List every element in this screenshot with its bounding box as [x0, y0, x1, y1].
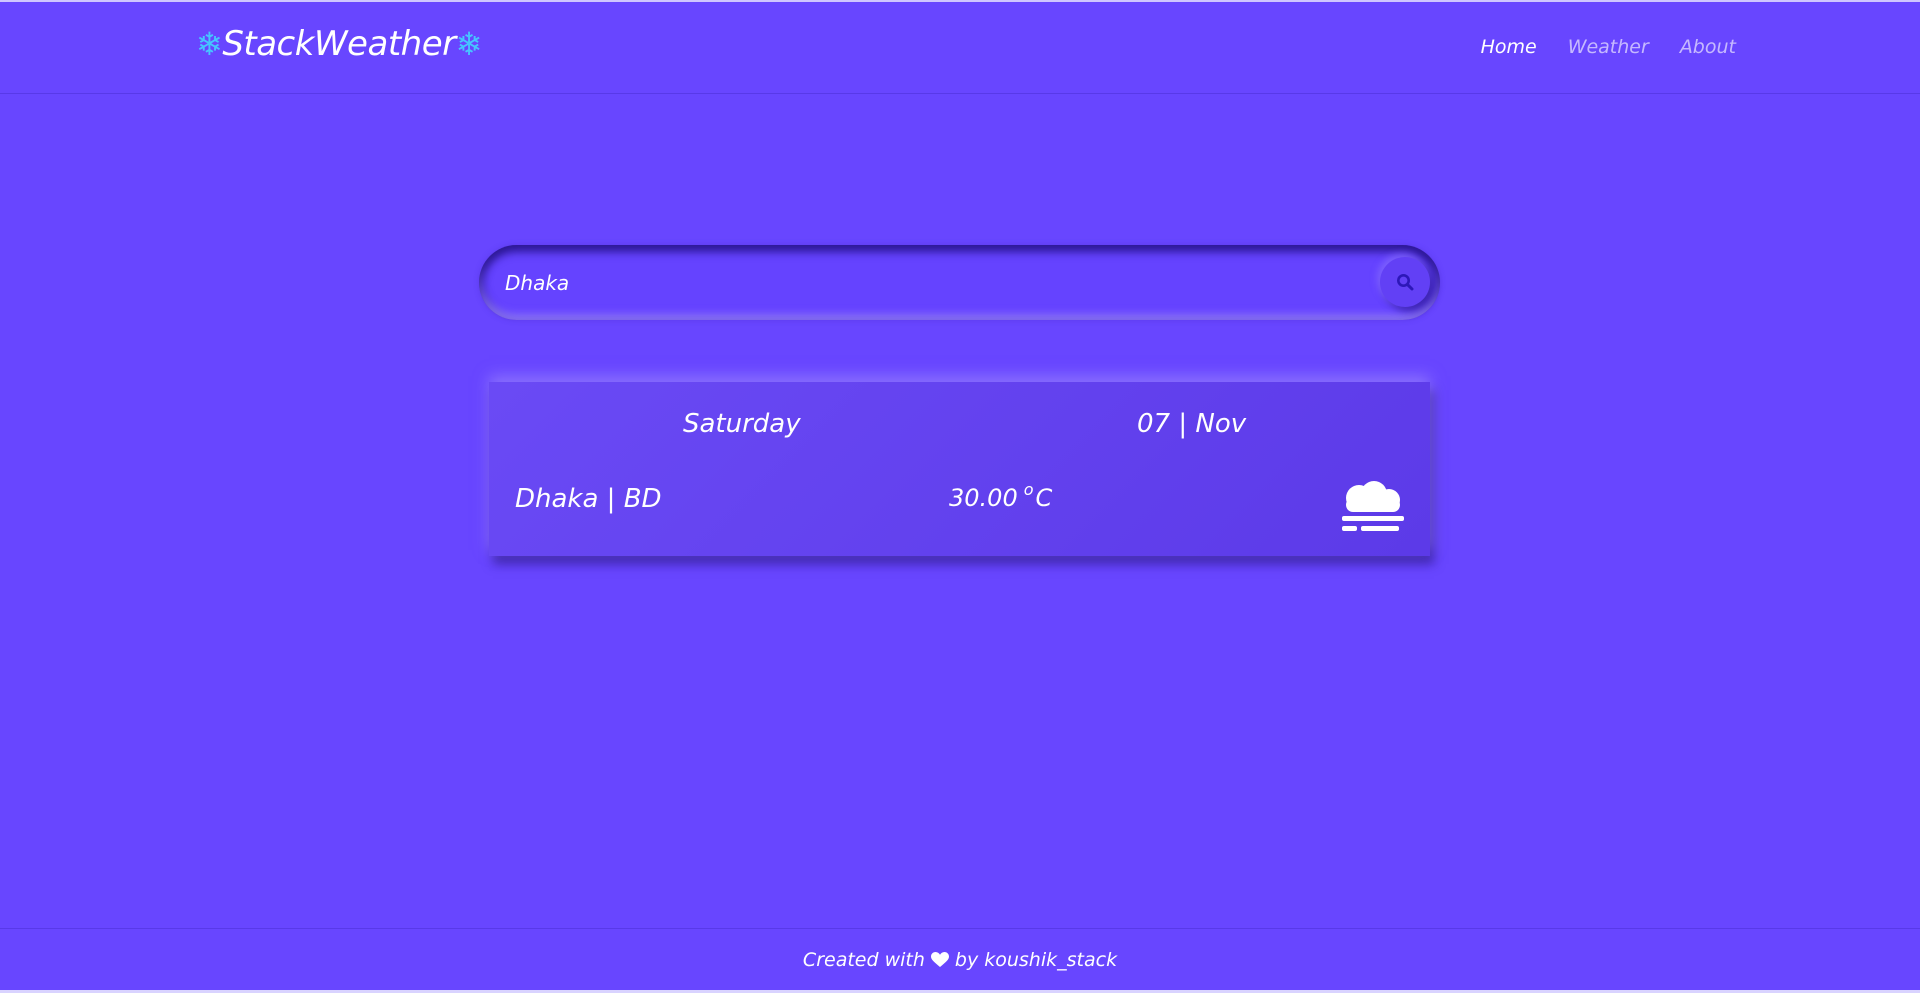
temperature-value: 30.00 [949, 484, 1018, 512]
weather-day: Saturday [683, 409, 801, 439]
heart-icon [930, 952, 949, 967]
snowflake-icon: ❄ [455, 25, 483, 63]
brand-logo[interactable]: ❄ StackWeather ❄ [196, 24, 482, 64]
weather-city: Dhaka | BD [515, 484, 662, 514]
search-button[interactable] [1380, 257, 1430, 307]
main-nav: Home Weather About [1481, 36, 1736, 58]
nav-home-link[interactable]: Home [1481, 36, 1537, 58]
site-footer: Created with by koushik_stack [0, 928, 1920, 991]
search-bar [479, 245, 1440, 320]
fog-icon [1341, 480, 1407, 538]
snowflake-icon: ❄ [196, 25, 223, 63]
brand-name: StackWeather [222, 24, 456, 64]
search-input[interactable] [503, 262, 1327, 304]
footer-prefix: Created with [802, 949, 925, 971]
degree-symbol: o [1023, 480, 1034, 499]
page: ❄ StackWeather ❄ Home Weather About Satu… [0, 0, 1920, 993]
site-header: ❄ StackWeather ❄ Home Weather About [0, 2, 1920, 94]
nav-weather-link[interactable]: Weather [1568, 36, 1649, 58]
weather-date: 07 | Nov [1137, 409, 1247, 439]
footer-suffix: by koushik_stack [954, 949, 1118, 971]
temperature-unit: C [1035, 484, 1053, 512]
weather-temperature: 30.00 o C [949, 480, 1053, 512]
search-icon [1397, 274, 1414, 291]
nav-about-link[interactable]: About [1680, 36, 1736, 58]
weather-card: Saturday 07 | Nov Dhaka | BD 30.00 o C [489, 382, 1430, 556]
